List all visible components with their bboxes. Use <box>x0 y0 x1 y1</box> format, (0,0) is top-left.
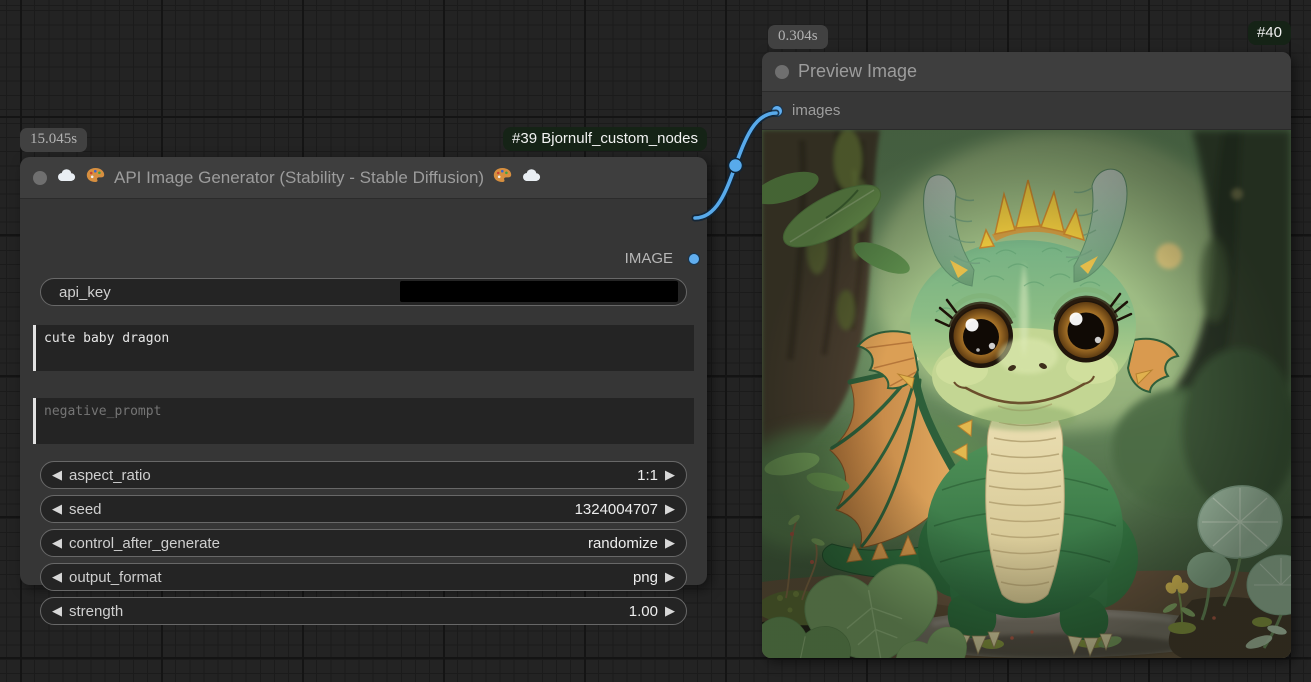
decrement-arrow-icon[interactable]: ◀ <box>52 571 62 584</box>
node-canvas[interactable]: 15.045s #39 Bjornulf_custom_nodes 0.304s… <box>0 0 1311 682</box>
widget-label: control_after_generate <box>69 535 220 552</box>
increment-arrow-icon[interactable]: ▶ <box>665 537 675 550</box>
increment-arrow-icon[interactable]: ▶ <box>665 571 675 584</box>
increment-arrow-icon[interactable]: ▶ <box>665 503 675 516</box>
generator-node-header[interactable]: API Image Generator (Stability - Stable … <box>20 157 707 199</box>
image-output-label: IMAGE <box>625 250 673 267</box>
output-format-widget[interactable]: ◀ output_format png ▶ <box>40 563 687 591</box>
cloud-icon <box>56 168 77 187</box>
widget-label: strength <box>69 603 123 620</box>
images-input-port[interactable] <box>771 105 783 117</box>
widget-label: aspect_ratio <box>69 467 151 484</box>
decrement-arrow-icon[interactable]: ◀ <box>52 537 62 550</box>
preview-node-header[interactable]: Preview Image <box>762 52 1291 92</box>
api-key-label: api_key <box>59 284 111 301</box>
strength-widget[interactable]: ◀ strength 1.00 ▶ <box>40 597 687 625</box>
decrement-arrow-icon[interactable]: ◀ <box>52 503 62 516</box>
api-key-widget[interactable]: api_key <box>40 278 687 306</box>
api-key-masked-value <box>400 281 678 302</box>
preview-image-dragon <box>762 130 1291 658</box>
generator-time-badge: 15.045s <box>20 128 87 152</box>
preview-time-badge: 0.304s <box>768 25 828 49</box>
control-after-generate-widget[interactable]: ◀ control_after_generate randomize ▶ <box>40 529 687 557</box>
generator-node-body: IMAGE api_key cute baby dragon negative_… <box>20 199 707 584</box>
increment-arrow-icon[interactable]: ▶ <box>665 469 675 482</box>
preview-node-title: Preview Image <box>798 61 917 82</box>
collapse-dot[interactable] <box>33 171 47 185</box>
preview-id-badge: #40 <box>1248 21 1291 45</box>
collapse-dot[interactable] <box>775 65 789 79</box>
widget-value: 1324004707 <box>575 501 658 518</box>
widget-value: 1.00 <box>629 603 658 620</box>
widget-value: png <box>633 569 658 586</box>
negative-prompt-textarea[interactable]: negative_prompt <box>33 398 694 444</box>
image-output-port[interactable] <box>688 253 700 265</box>
images-input-row: images <box>762 92 1291 130</box>
widget-value: randomize <box>588 535 658 552</box>
widget-value: 1:1 <box>637 467 658 484</box>
link-midpoint-dot[interactable] <box>729 159 743 173</box>
palette-icon <box>86 167 105 188</box>
seed-widget[interactable]: ◀ seed 1324004707 ▶ <box>40 495 687 523</box>
decrement-arrow-icon[interactable]: ◀ <box>52 605 62 618</box>
cloud-icon <box>521 168 542 187</box>
generator-id-badge: #39 Bjornulf_custom_nodes <box>503 127 707 151</box>
widget-label: output_format <box>69 569 162 586</box>
images-input-label: images <box>792 102 840 119</box>
palette-icon <box>493 167 512 188</box>
widget-label: seed <box>69 501 102 518</box>
aspect-ratio-widget[interactable]: ◀ aspect_ratio 1:1 ▶ <box>40 461 687 489</box>
prompt-textarea[interactable]: cute baby dragon <box>33 325 694 371</box>
increment-arrow-icon[interactable]: ▶ <box>665 605 675 618</box>
generator-node[interactable]: API Image Generator (Stability - Stable … <box>20 157 707 585</box>
generator-node-title: API Image Generator (Stability - Stable … <box>114 168 484 188</box>
decrement-arrow-icon[interactable]: ◀ <box>52 469 62 482</box>
preview-node[interactable]: Preview Image images <box>762 52 1291 658</box>
